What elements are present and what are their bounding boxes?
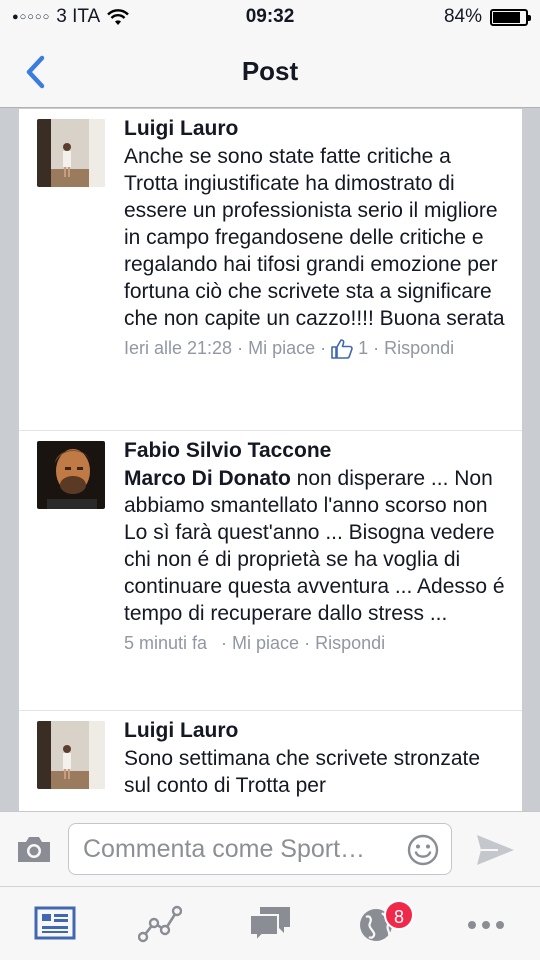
comment-timestamp[interactable]: Ieri alle 21:28 (124, 338, 232, 359)
like-count[interactable]: 1 (358, 338, 368, 359)
comment-composer: Commenta come Sport… (0, 811, 540, 886)
separator: · (320, 338, 327, 358)
separator: · (237, 338, 244, 358)
comment-body: Fabio Silvio Taccone Marco Di Donato non… (124, 437, 508, 654)
status-bar: ●○○○○ 3 ITA 09:32 84% (0, 0, 540, 36)
comment-text-body: non disperare ... Non abbiamo smantellat… (124, 467, 505, 625)
comment-text: Anche se sono state fatte critiche a Tro… (124, 145, 505, 330)
comment-item: Fabio Silvio Taccone Marco Di Donato non… (19, 431, 522, 711)
comment-author[interactable]: Fabio Silvio Taccone (124, 437, 508, 465)
separator: · (221, 633, 228, 653)
separator: · (373, 338, 380, 358)
comments-feed[interactable]: Luigi Lauro Anche se sono state fatte cr… (19, 109, 522, 811)
like-link[interactable]: Mi piace (248, 338, 315, 359)
battery-icon (490, 8, 531, 26)
comment-body: Luigi Lauro Sono settimana che scrivete … (124, 717, 508, 799)
avatar[interactable] (37, 119, 105, 187)
comment-body: Luigi Lauro Anche se sono state fatte cr… (124, 115, 508, 359)
avatar-photo (37, 119, 105, 187)
camera-icon[interactable] (16, 834, 52, 864)
tab-bar: 8 (0, 886, 540, 960)
reply-link[interactable]: Rispondi (384, 338, 454, 359)
navigation-bar: Post (0, 36, 540, 108)
notification-badge[interactable]: 8 (384, 900, 414, 930)
comment-input[interactable]: Commenta come Sport… (68, 823, 452, 875)
comment-item: Luigi Lauro Sono settimana che scrivete … (19, 711, 522, 811)
comment-input-placeholder: Commenta come Sport… (83, 835, 366, 863)
page-title: Post (241, 56, 299, 86)
send-icon[interactable] (474, 832, 516, 868)
messages-icon[interactable] (248, 903, 292, 943)
like-link[interactable]: Mi piace (232, 633, 299, 654)
activity-graph-icon[interactable] (138, 903, 182, 943)
thumbs-up-icon (331, 338, 353, 359)
reply-link[interactable]: Rispondi (315, 633, 385, 654)
avatar-photo (37, 721, 105, 789)
avatar-photo (37, 441, 105, 509)
avatar[interactable] (37, 721, 105, 789)
comment-timestamp[interactable]: 5 minuti fa (124, 633, 207, 654)
battery-level (493, 11, 520, 23)
status-right: 84% (443, 6, 531, 28)
separator: · (304, 633, 311, 653)
comment-author[interactable]: Luigi Lauro (124, 115, 508, 143)
mentioned-user[interactable]: Marco Di Donato (124, 467, 291, 490)
battery-percent: 84% (443, 6, 482, 27)
comment-meta: 5 minuti fa · Mi piace · Rispondi (124, 633, 508, 654)
more-icon[interactable] (464, 903, 508, 943)
avatar[interactable] (37, 441, 105, 509)
news-feed-icon[interactable] (34, 903, 78, 943)
comment-text: Sono settimana che scrivete stronzate su… (124, 747, 481, 797)
comment-meta: Ieri alle 21:28 · Mi piace · 1 · Rispond… (124, 338, 508, 359)
comment-item: Luigi Lauro Anche se sono state fatte cr… (19, 109, 522, 431)
comment-author[interactable]: Luigi Lauro (124, 717, 508, 745)
comment-text: Marco Di Donato non disperare ... Non ab… (124, 465, 508, 627)
smiley-icon[interactable] (407, 834, 439, 866)
